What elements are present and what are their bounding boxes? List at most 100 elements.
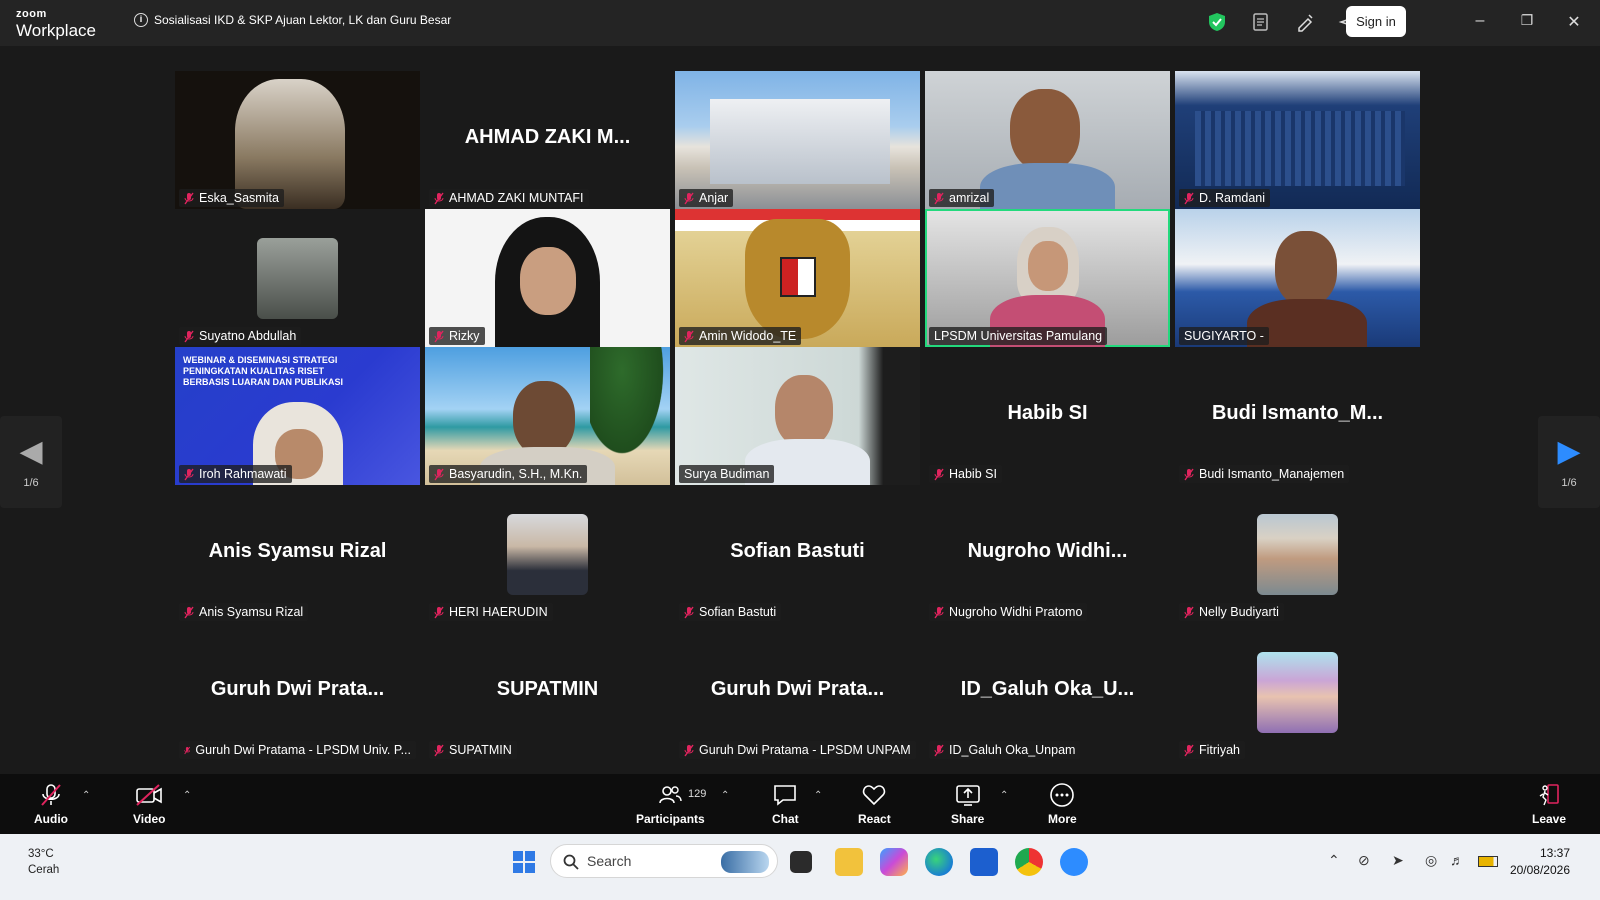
mic-muted-icon xyxy=(434,192,444,204)
mic-muted-icon xyxy=(684,330,694,342)
system-clock[interactable]: 13:37 20/08/2026 xyxy=(1510,845,1570,879)
participant-nametag: Amin Widodo_TE xyxy=(679,327,802,345)
video-tile[interactable]: Amin Widodo_TE xyxy=(675,209,920,347)
chevron-up-icon[interactable]: ⌃ xyxy=(1328,852,1340,869)
battery-icon[interactable] xyxy=(1478,856,1498,867)
next-page-button[interactable]: ▶ 1/6 xyxy=(1538,416,1600,508)
shield-icon[interactable] xyxy=(1206,11,1228,33)
copilot-icon[interactable] xyxy=(880,848,908,876)
video-tile[interactable]: Basyarudin, S.H., M.Kn. xyxy=(425,347,670,485)
participant-nametag: Rizky xyxy=(429,327,485,345)
video-tile[interactable]: D. Ramdani xyxy=(1175,71,1420,209)
video-tile[interactable]: HERI HAERUDIN xyxy=(425,485,670,623)
store-icon[interactable] xyxy=(970,848,998,876)
participant-name: Eska_Sasmita xyxy=(199,191,279,205)
participant-display-name: Anis Syamsu Rizal xyxy=(208,540,387,562)
video-tile[interactable]: SUGIYARTO - xyxy=(1175,209,1420,347)
video-tile[interactable]: Habib SI Habib SI xyxy=(925,347,1170,485)
video-tile[interactable]: Sofian Bastuti Sofian Bastuti xyxy=(675,485,920,623)
weather-temperature: 33°C xyxy=(28,848,54,860)
meeting-title-text: Sosialisasi IKD & SKP Ajuan Lektor, LK d… xyxy=(154,13,452,27)
video-options-caret-icon[interactable]: ⌃ xyxy=(183,790,191,801)
building-background xyxy=(710,99,890,184)
video-tile[interactable]: ID_Galuh Oka_U... ID_Galuh Oka_Unpam xyxy=(925,623,1170,761)
task-view-icon[interactable] xyxy=(790,851,812,873)
participant-nametag: D. Ramdani xyxy=(1179,189,1270,207)
taskbar-search[interactable]: Search xyxy=(550,844,778,878)
sign-in-button[interactable]: Sign in xyxy=(1346,6,1406,37)
notes-icon[interactable] xyxy=(1250,11,1272,33)
video-tile[interactable]: SUPATMIN SUPATMIN xyxy=(425,623,670,761)
chevron-right-icon: ▶ xyxy=(1557,435,1581,468)
zoom-app-icon[interactable] xyxy=(1060,848,1088,876)
mic-muted-icon xyxy=(184,468,194,480)
participant-name: Nugroho Widhi Pratomo xyxy=(949,605,1083,619)
video-tile[interactable]: Fitriyah xyxy=(1175,623,1420,761)
share-button[interactable]: Share xyxy=(951,782,984,826)
leave-icon xyxy=(1539,784,1559,806)
close-icon[interactable]: ✕ xyxy=(1564,12,1584,32)
participant-name: Amin Widodo_TE xyxy=(699,329,797,343)
video-button[interactable]: Video xyxy=(133,782,165,826)
video-tile[interactable]: Suyatno Abdullah xyxy=(175,209,420,347)
video-tile[interactable]: WEBINAR & DISEMINASI STRATEGI PENINGKATA… xyxy=(175,347,420,485)
title-bar: zoom Workplace i Sosialisasi IKD & SKP A… xyxy=(0,0,1600,46)
mic-muted-icon xyxy=(184,746,191,754)
participants-options-caret-icon[interactable]: ⌃ xyxy=(721,790,729,801)
video-tile[interactable]: Nelly Budiyarti xyxy=(1175,485,1420,623)
restore-icon[interactable]: ❐ xyxy=(1517,12,1537,29)
participant-nametag: AHMAD ZAKI MUNTAFI xyxy=(429,189,589,207)
participant-nametag: Surya Budiman xyxy=(679,465,775,483)
video-tile[interactable]: Rizky xyxy=(425,209,670,347)
video-tile[interactable]: Eska_Sasmita xyxy=(175,71,420,209)
whiteboard-pen-icon[interactable] xyxy=(1294,11,1316,33)
participant-name: Fitriyah xyxy=(1199,743,1240,757)
mic-muted-icon xyxy=(934,606,944,618)
video-tile[interactable]: amrizal xyxy=(925,71,1170,209)
weather-widget[interactable]: 33°C Cerah xyxy=(28,846,59,878)
participant-nametag: SUPATMIN xyxy=(429,741,517,759)
participant-name: Guruh Dwi Pratama - LPSDM UNPAM xyxy=(699,743,911,757)
video-tile-active-speaker[interactable]: LPSDM Universitas Pamulang xyxy=(925,209,1170,347)
video-tile[interactable]: Anis Syamsu Rizal Anis Syamsu Rizal xyxy=(175,485,420,623)
chrome-icon[interactable] xyxy=(1015,848,1043,876)
leave-button[interactable]: Leave xyxy=(1532,782,1566,826)
mic-muted-icon xyxy=(434,606,444,618)
video-tile[interactable]: Anjar xyxy=(675,71,920,209)
volume-icon[interactable]: ♬ xyxy=(1450,852,1464,868)
more-button[interactable]: More xyxy=(1048,782,1077,826)
participants-label: Participants xyxy=(636,812,705,826)
audio-options-caret-icon[interactable]: ⌃ xyxy=(82,790,90,801)
edge-icon[interactable] xyxy=(925,848,953,876)
meeting-title[interactable]: i Sosialisasi IKD & SKP Ajuan Lektor, LK… xyxy=(134,13,451,27)
participant-face xyxy=(520,247,576,315)
info-icon[interactable]: i xyxy=(134,13,148,27)
clock-date: 20/08/2026 xyxy=(1509,863,1570,877)
video-tile[interactable]: Surya Budiman xyxy=(675,347,920,485)
video-tile[interactable]: Budi Ismanto_M... Budi Ismanto_Manajemen xyxy=(1175,347,1420,485)
participant-name: Basyarudin, S.H., M.Kn. xyxy=(449,467,583,481)
video-tile[interactable]: Guruh Dwi Prata... Guruh Dwi Pratama - L… xyxy=(175,623,420,761)
file-explorer-icon[interactable] xyxy=(835,848,863,876)
participant-name: LPSDM Universitas Pamulang xyxy=(934,329,1103,343)
mic-muted-icon xyxy=(684,744,694,756)
video-label: Video xyxy=(133,812,166,826)
chat-options-caret-icon[interactable]: ⌃ xyxy=(814,790,822,801)
participant-nametag: Suyatno Abdullah xyxy=(179,327,302,345)
wifi-icon[interactable]: ◎ xyxy=(1425,852,1437,869)
video-tile[interactable]: AHMAD ZAKI M... AHMAD ZAKI MUNTAFI xyxy=(425,71,670,209)
prev-page-button[interactable]: ◀ 1/6 xyxy=(0,416,62,508)
audio-button[interactable]: Audio xyxy=(34,782,68,826)
minimize-icon[interactable]: – xyxy=(1470,12,1490,30)
video-tile[interactable]: Nugroho Widhi... Nugroho Widhi Pratomo xyxy=(925,485,1170,623)
share-options-caret-icon[interactable]: ⌃ xyxy=(1000,790,1008,801)
chat-button[interactable]: Chat xyxy=(772,782,799,826)
location-icon[interactable]: ➤ xyxy=(1392,852,1404,869)
start-icon[interactable] xyxy=(510,848,538,876)
avatar xyxy=(507,514,588,595)
video-tile[interactable]: Guruh Dwi Prata... Guruh Dwi Pratama - L… xyxy=(675,623,920,761)
participant-nametag: SUGIYARTO - xyxy=(1179,327,1269,345)
react-button[interactable]: React xyxy=(858,782,891,826)
search-highlight-image xyxy=(721,851,769,873)
network-disconnected-icon[interactable]: ⊘ xyxy=(1358,852,1370,869)
